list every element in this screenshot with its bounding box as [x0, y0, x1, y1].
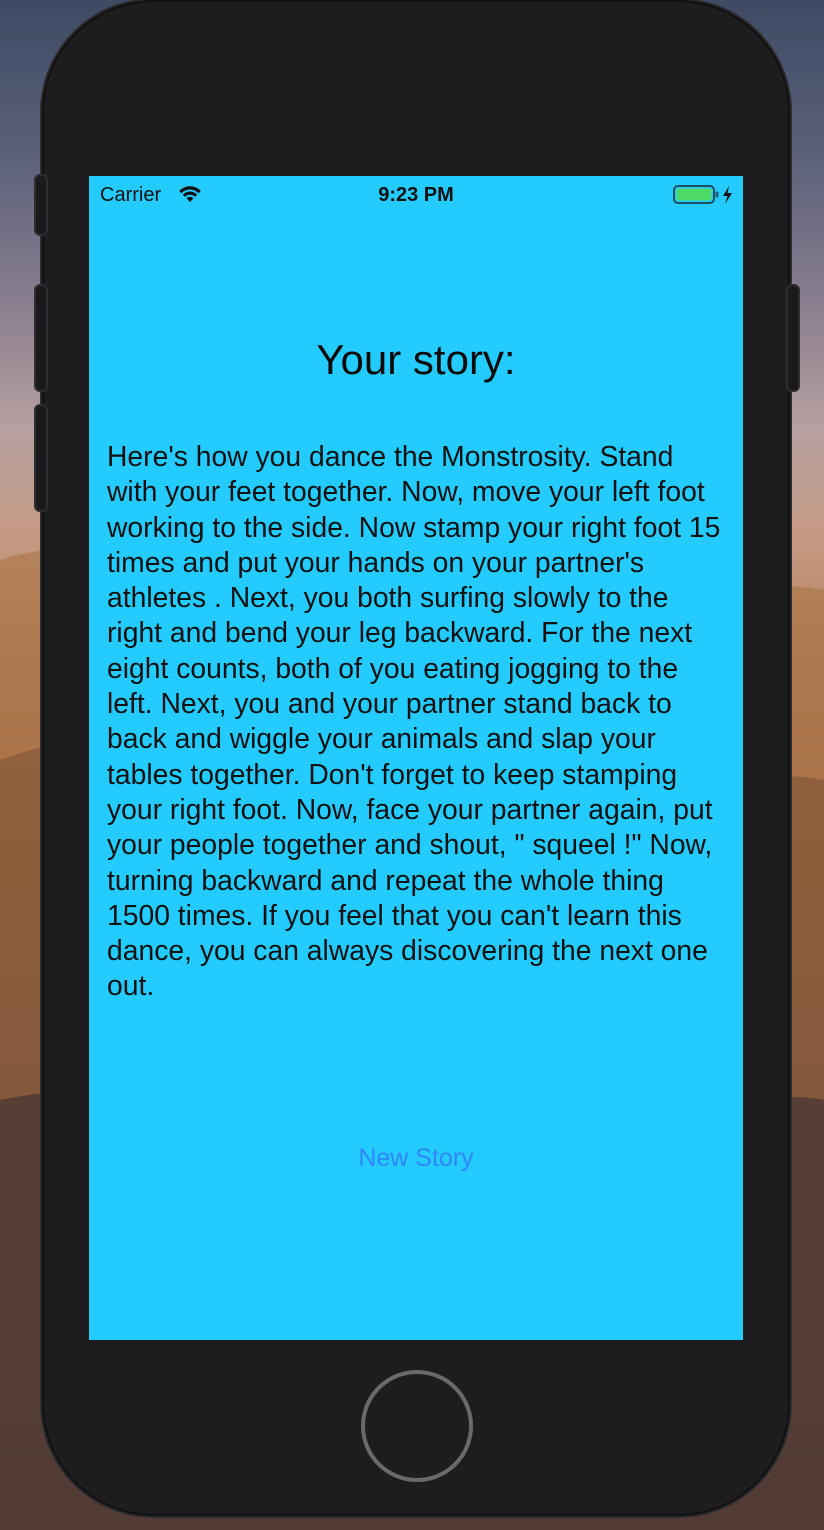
silent-switch	[34, 174, 48, 236]
power-button	[786, 284, 800, 392]
story-text: Here's how you dance the Monstrosity. St…	[107, 440, 721, 1002]
status-bar: Carrier 9:23 PM	[89, 176, 743, 216]
home-button[interactable]	[361, 1370, 473, 1482]
battery-charging-icon	[673, 185, 732, 204]
volume-up-button	[34, 284, 48, 392]
volume-down-button	[34, 404, 48, 512]
page-title: Your story:	[316, 336, 516, 383]
app-screen: Carrier 9:23 PM Your story: Here's how y…	[89, 176, 743, 1340]
status-time: 9:23 PM	[378, 184, 454, 206]
new-story-button[interactable]: New Story	[316, 1138, 516, 1178]
